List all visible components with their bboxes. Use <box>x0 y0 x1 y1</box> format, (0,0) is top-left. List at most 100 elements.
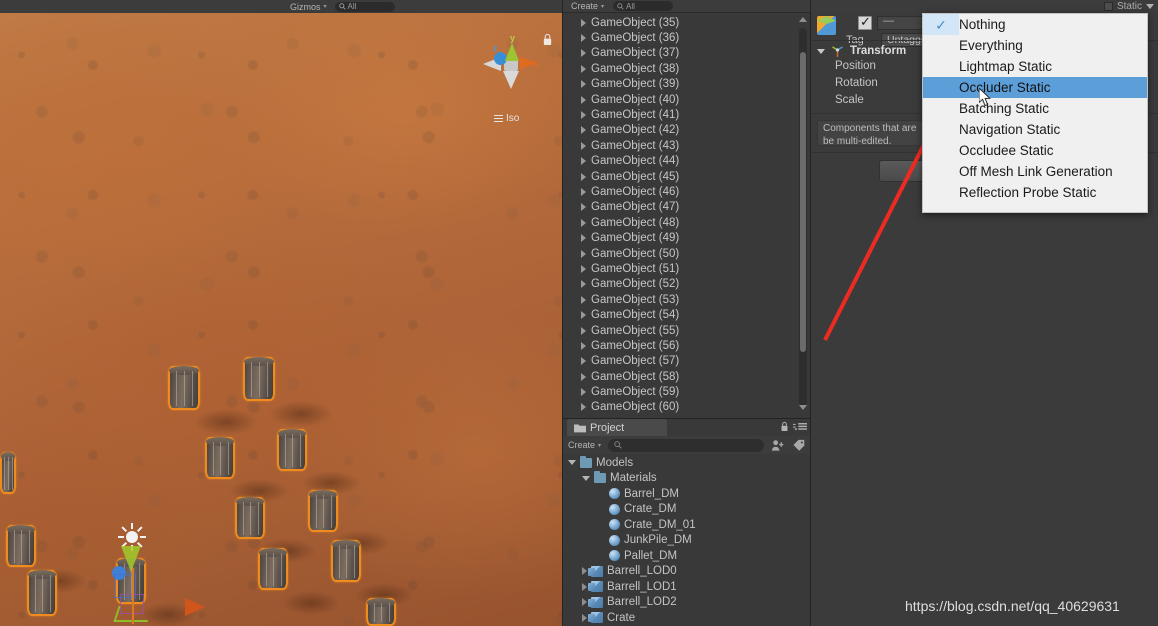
hierarchy-item[interactable]: GameObject (35) <box>563 15 810 30</box>
hierarchy-item[interactable]: GameObject (47) <box>563 200 810 215</box>
static-flag-item[interactable]: Occluder Static <box>923 77 1147 98</box>
hierarchy-item[interactable]: GameObject (57) <box>563 354 810 369</box>
hierarchy-item[interactable]: GameObject (49) <box>563 230 810 245</box>
chevron-right-icon[interactable] <box>581 295 586 304</box>
hierarchy-item[interactable]: GameObject (40) <box>563 92 810 107</box>
static-flag-item[interactable]: Reflection Probe Static <box>923 182 1147 203</box>
tab-project[interactable]: Project <box>567 419 667 436</box>
chevron-right-icon[interactable] <box>581 157 586 166</box>
hierarchy-item[interactable]: GameObject (43) <box>563 138 810 153</box>
hierarchy-tree[interactable]: GameObject (35) GameObject (36) GameObject… <box>563 13 810 418</box>
hierarchy-item[interactable]: GameObject (48) <box>563 215 810 230</box>
scene-object-barrel[interactable] <box>235 497 265 539</box>
scene-object-barrel[interactable] <box>6 525 36 567</box>
scene-object-barrel[interactable] <box>205 437 235 479</box>
project-asset-item[interactable]: Barrel_DM <box>563 486 810 502</box>
project-asset-item[interactable]: Barrell_LOD1 <box>563 579 810 595</box>
scene-object-barrel[interactable] <box>258 548 288 590</box>
chevron-right-icon[interactable] <box>581 234 586 243</box>
scene-search-input[interactable]: All <box>334 1 395 12</box>
hierarchy-item[interactable]: GameObject (41) <box>563 107 810 122</box>
object-enabled-checkbox[interactable] <box>858 14 872 30</box>
hamburger-menu-icon[interactable] <box>793 422 807 432</box>
static-flag-item[interactable]: Batching Static <box>923 98 1147 119</box>
chevron-right-icon[interactable] <box>581 264 586 273</box>
scene-object-barrel[interactable] <box>27 570 57 616</box>
hierarchy-item[interactable]: GameObject (42) <box>563 123 810 138</box>
project-search-input[interactable] <box>608 438 764 452</box>
project-asset-item[interactable]: Models <box>563 455 810 471</box>
hierarchy-item[interactable]: GameObject (45) <box>563 169 810 184</box>
hierarchy-create-button[interactable]: Create ▾ <box>571 1 604 11</box>
chevron-right-icon[interactable] <box>581 326 586 335</box>
chevron-right-icon[interactable] <box>581 311 586 320</box>
transform-move-gizmo[interactable] <box>104 566 162 626</box>
chevron-right-icon[interactable] <box>581 80 586 89</box>
project-asset-item[interactable]: Pallet_DM <box>563 548 810 564</box>
chevron-right-icon[interactable] <box>582 582 587 591</box>
static-flag-item[interactable]: ✓ Nothing <box>923 14 1147 35</box>
scene-object-barrel[interactable] <box>308 490 338 532</box>
chevron-right-icon[interactable] <box>581 34 586 43</box>
hierarchy-item[interactable]: GameObject (38) <box>563 61 810 76</box>
hierarchy-item[interactable]: GameObject (52) <box>563 277 810 292</box>
project-asset-item[interactable]: Barrell_LOD2 <box>563 595 810 611</box>
scene-object-barrel[interactable] <box>277 429 307 471</box>
chevron-right-icon[interactable] <box>581 111 586 120</box>
chevron-right-icon[interactable] <box>581 280 586 289</box>
chevron-right-icon[interactable] <box>581 95 586 104</box>
chevron-right-icon[interactable] <box>581 172 586 181</box>
chevron-right-icon[interactable] <box>581 203 586 212</box>
scene-orientation-gizmo[interactable]: y z x <box>478 27 548 97</box>
static-flag-item[interactable]: Lightmap Static <box>923 56 1147 77</box>
hierarchy-item[interactable]: GameObject (50) <box>563 246 810 261</box>
chevron-right-icon[interactable] <box>581 49 586 58</box>
project-create-button[interactable]: Create ▾ <box>568 440 601 450</box>
hierarchy-item[interactable]: GameObject (46) <box>563 184 810 199</box>
hierarchy-item[interactable]: GameObject (39) <box>563 77 810 92</box>
hierarchy-item[interactable]: GameObject (51) <box>563 261 810 276</box>
hierarchy-item[interactable]: GameObject (54) <box>563 307 810 322</box>
chevron-down-icon[interactable] <box>568 460 576 466</box>
lock-icon[interactable] <box>780 421 789 432</box>
chevron-right-icon[interactable] <box>581 341 586 350</box>
scene-projection-label[interactable]: Iso <box>494 113 519 124</box>
hierarchy-item[interactable]: GameObject (37) <box>563 46 810 61</box>
chevron-right-icon[interactable] <box>581 357 586 366</box>
chevron-right-icon[interactable] <box>581 64 586 73</box>
static-flag-item[interactable]: Navigation Static <box>923 119 1147 140</box>
scene-viewport[interactable]: y z x Iso <box>0 13 562 626</box>
gizmo-cone-x[interactable] <box>520 57 538 69</box>
chevron-right-icon[interactable] <box>581 18 586 27</box>
hierarchy-item[interactable]: GameObject (58) <box>563 369 810 384</box>
hierarchy-item[interactable]: GameObject (36) <box>563 30 810 45</box>
chevron-down-icon[interactable] <box>1146 4 1154 9</box>
chevron-right-icon[interactable] <box>581 403 586 412</box>
hierarchy-search-input[interactable]: All <box>613 1 674 11</box>
project-asset-item[interactable]: Crate_DM <box>563 502 810 518</box>
static-flag-item[interactable]: Everything <box>923 35 1147 56</box>
gizmo-cone-negative-y[interactable] <box>503 71 519 89</box>
chevron-right-icon[interactable] <box>582 613 587 622</box>
scene-object-barrel[interactable] <box>331 540 361 582</box>
hierarchy-item[interactable]: GameObject (59) <box>563 384 810 399</box>
hierarchy-item[interactable]: GameObject (44) <box>563 154 810 169</box>
gizmo-handle-x[interactable] <box>132 568 134 624</box>
static-flag-item[interactable]: Occludee Static <box>923 140 1147 161</box>
scroll-up-arrow[interactable] <box>799 17 807 25</box>
hierarchy-item[interactable]: GameObject (60) <box>563 400 810 415</box>
project-asset-item[interactable]: Crate <box>563 610 810 626</box>
project-asset-tree[interactable]: Models Materials Barrel_DM Crate_DM Crate_DM… <box>563 455 810 626</box>
camera-frustum-icon[interactable] <box>185 598 205 616</box>
project-asset-item[interactable]: Materials <box>563 471 810 487</box>
chevron-right-icon[interactable] <box>581 388 586 397</box>
scene-object-barrel[interactable] <box>0 452 16 494</box>
chevron-right-icon[interactable] <box>582 567 587 576</box>
static-flags-dropdown-menu[interactable]: ✓ Nothing Everything Lightmap Static Occlude… <box>922 13 1148 213</box>
static-flag-item[interactable]: Off Mesh Link Generation <box>923 161 1147 182</box>
chevron-right-icon[interactable] <box>581 126 586 135</box>
scene-view-panel[interactable]: Gizmos ▾ All y z x Iso <box>0 0 562 626</box>
project-asset-item[interactable]: JunkPile_DM <box>563 533 810 549</box>
static-checkbox[interactable] <box>1103 2 1113 11</box>
filter-by-label-icon[interactable] <box>792 439 806 452</box>
